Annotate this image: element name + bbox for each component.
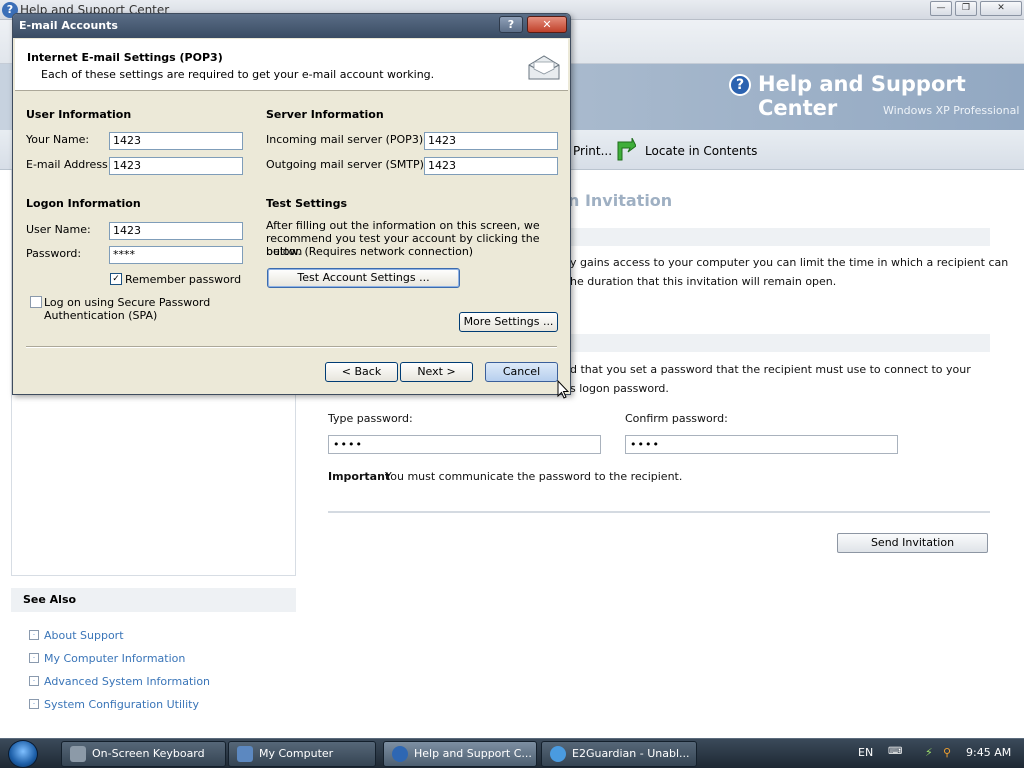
close-icon[interactable]: ✕ (980, 1, 1022, 16)
see-also-panel: See Also · About Support · My Computer I… (11, 588, 296, 730)
type-password-label: Type password: (328, 412, 413, 425)
more-settings-button[interactable]: More Settings ... (459, 312, 558, 332)
help-button[interactable]: ? (499, 16, 523, 33)
send-invitation-button[interactable]: Send Invitation (837, 533, 988, 553)
email-accounts-dialog: E-mail Accounts ? ✕ Internet E-mail Sett… (12, 13, 571, 399)
user-name-input[interactable]: 1423 (109, 222, 243, 240)
keyboard-tray-icon[interactable]: ⌨ (888, 746, 902, 757)
logon-info-title: Logon Information (26, 197, 141, 210)
body-text: s logon password. (570, 382, 669, 395)
header-title: Internet E-mail Settings (POP3) (27, 51, 223, 64)
dialog-titlebar: E-mail Accounts ? ✕ (13, 14, 570, 38)
email-address-label: E-mail Address: (26, 158, 112, 171)
computer-icon (237, 746, 253, 762)
dialog-title: E-mail Accounts (19, 19, 118, 32)
see-also-link-label: System Configuration Utility (44, 697, 199, 711)
header-subtitle: Each of these settings are required to g… (41, 68, 435, 81)
network-tray-icon[interactable]: ⚡ (925, 746, 933, 759)
taskbar-item-onscreen-keyboard[interactable]: On-Screen Keyboard (61, 741, 226, 767)
test-settings-title: Test Settings (266, 197, 348, 210)
confirm-password-input[interactable]: •••• (625, 435, 898, 454)
link-bullet-icon: · (29, 699, 39, 709)
taskbar-item-my-computer[interactable]: My Computer (228, 741, 376, 767)
help-icon (392, 746, 408, 762)
next-button[interactable]: Next > (400, 362, 473, 382)
type-password-input[interactable]: •••• (328, 435, 601, 454)
restore-icon[interactable]: ❐ (955, 1, 977, 16)
language-indicator[interactable]: EN (858, 746, 873, 759)
search-tray-icon[interactable]: ⚲ (943, 746, 951, 759)
remember-password-label: Remember password (125, 273, 242, 286)
remember-password-checkbox[interactable]: ✓ (110, 273, 122, 285)
your-name-input[interactable]: 1423 (109, 132, 243, 150)
your-name-label: Your Name: (26, 133, 90, 146)
see-also-title: See Also (11, 588, 296, 612)
incoming-server-label: Incoming mail server (POP3): (266, 133, 427, 146)
spa-label-line1: Log on using Secure Password (44, 296, 211, 309)
see-also-link[interactable]: · System Configuration Utility (29, 696, 199, 712)
dialog-header: Internet E-mail Settings (POP3) Each of … (15, 39, 568, 91)
minimize-icon[interactable]: — (930, 1, 952, 16)
link-bullet-icon: · (29, 676, 39, 686)
page-heading: n Invitation (568, 191, 673, 210)
password-input[interactable]: **** (109, 246, 243, 264)
see-also-link-label: About Support (44, 628, 124, 642)
mouse-cursor-icon (557, 380, 569, 399)
link-bullet-icon: · (29, 630, 39, 640)
locate-arrow-icon[interactable] (616, 138, 636, 162)
confirm-password-label: Confirm password: (625, 412, 728, 425)
task-label: E2Guardian - Unabl... (572, 747, 690, 760)
body-text: d that you set a password that the recip… (570, 363, 971, 376)
help-icon: ? (729, 74, 751, 96)
email-address-input[interactable]: 1423 (109, 157, 243, 175)
see-also-link[interactable]: · My Computer Information (29, 650, 185, 666)
see-also-link[interactable]: · About Support (29, 627, 124, 643)
spa-label-line2: Authentication (SPA) (44, 309, 158, 322)
user-name-label: User Name: (26, 223, 91, 236)
important-text: You must communicate the password to the… (385, 470, 683, 483)
server-info-title: Server Information (266, 108, 384, 121)
outgoing-server-input[interactable]: 1423 (424, 157, 558, 175)
taskbar-item-e2guardian[interactable]: E2Guardian - Unabl... (541, 741, 697, 767)
test-settings-desc: below. (Requires network connection) (266, 245, 474, 258)
see-also-link-label: Advanced System Information (44, 674, 211, 688)
user-info-title: User Information (26, 108, 132, 121)
divider (328, 511, 990, 513)
task-label: My Computer (259, 747, 334, 760)
body-text: he duration that this invitation will re… (570, 275, 837, 288)
start-button[interactable] (8, 740, 38, 768)
dialog-separator (26, 346, 557, 348)
cancel-button[interactable]: Cancel (485, 362, 558, 382)
locate-in-contents-button[interactable]: Locate in Contents (645, 144, 757, 158)
task-label: Help and Support C... (414, 747, 532, 760)
outgoing-server-label: Outgoing mail server (SMTP): (266, 158, 428, 171)
clock[interactable]: 9:45 AM (966, 746, 1011, 759)
test-account-settings-button[interactable]: Test Account Settings ... (267, 268, 460, 288)
keyboard-icon (70, 746, 86, 762)
password-label: Password: (26, 247, 82, 260)
taskbar-item-help-support[interactable]: Help and Support C... (383, 741, 537, 767)
important-label: Important (328, 470, 391, 483)
see-also-link-label: My Computer Information (44, 651, 186, 665)
spa-checkbox[interactable] (30, 296, 42, 308)
see-also-link[interactable]: · Advanced System Information (29, 673, 210, 689)
envelope-icon (528, 55, 560, 80)
back-button[interactable]: < Back (325, 362, 398, 382)
incoming-server-input[interactable]: 1423 (424, 132, 558, 150)
task-label: On-Screen Keyboard (92, 747, 205, 760)
banner-subtitle: Windows XP Professional (883, 104, 1020, 117)
close-button[interactable]: ✕ (527, 16, 567, 33)
print-button[interactable]: Print... (573, 144, 612, 158)
link-bullet-icon: · (29, 653, 39, 663)
body-text: y gains access to your computer you can … (570, 256, 1009, 269)
internet-explorer-icon (550, 746, 566, 762)
taskbar: On-Screen Keyboard My Computer Help and … (0, 738, 1024, 768)
test-settings-desc: After filling out the information on thi… (266, 219, 540, 232)
